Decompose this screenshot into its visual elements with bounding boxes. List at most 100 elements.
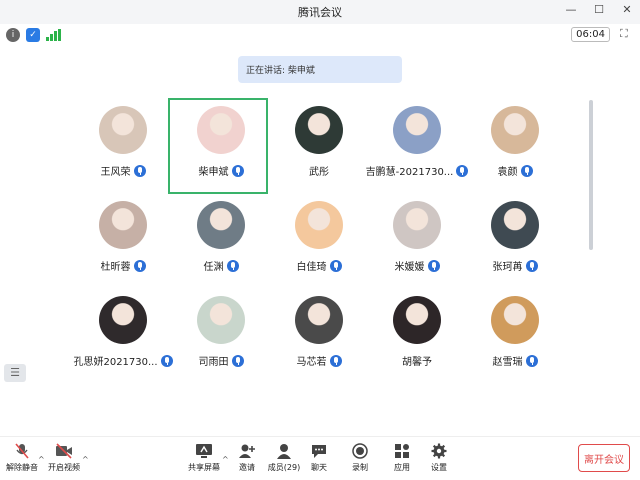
microphone-icon xyxy=(231,164,244,177)
microphone-icon xyxy=(329,259,342,272)
participant-tile[interactable]: 袁颜 xyxy=(466,100,564,192)
participant-name: 米媛媛 xyxy=(394,262,425,273)
microphone-icon xyxy=(427,259,440,272)
window-controls: — ☐ ✕ xyxy=(564,3,634,16)
microphone-icon xyxy=(329,354,342,367)
record-icon xyxy=(351,443,369,459)
network-signal-icon[interactable] xyxy=(46,29,61,41)
invite-button[interactable]: 邀请 xyxy=(227,443,267,473)
participant-name-row: 赵雪瑞 xyxy=(466,353,564,368)
bottom-toolbar: 解除静音 ^ 开启视频 ^ 共享屏幕 ^ 邀请 成员(29) 聊天 录制 应用 … xyxy=(0,436,640,480)
apps-icon xyxy=(393,443,411,459)
share-screen-button[interactable]: 共享屏幕 xyxy=(184,443,224,473)
participant-name: 袁颜 xyxy=(497,167,518,178)
participant-tile[interactable]: 马芯若 xyxy=(270,290,368,382)
participant-tile[interactable]: 任渊 xyxy=(172,195,270,287)
apps-label: 应用 xyxy=(394,463,410,472)
participant-tile[interactable]: 赵雪瑞 xyxy=(466,290,564,382)
avatar xyxy=(491,296,539,344)
camera-off-icon xyxy=(55,443,73,459)
participant-name: 任渊 xyxy=(203,262,224,273)
avatar xyxy=(197,106,245,154)
status-bar: i ✓ xyxy=(0,24,640,46)
participant-name-row: 任渊 xyxy=(172,258,270,273)
avatar xyxy=(99,296,147,344)
participant-tile[interactable]: 孔思妍2021730... xyxy=(73,290,173,382)
avatar xyxy=(491,201,539,249)
chat-icon xyxy=(310,443,328,459)
chat-button[interactable]: 聊天 xyxy=(299,443,339,473)
mute-button[interactable]: 解除静音 xyxy=(2,443,42,473)
participant-name: 吉鹏慧-2021730... xyxy=(365,167,454,178)
avatar xyxy=(197,296,245,344)
settings-label: 设置 xyxy=(431,463,447,472)
participant-tile[interactable]: 米媛媛 xyxy=(368,195,466,287)
fullscreen-icon[interactable]: ⛶ xyxy=(620,28,632,40)
participant-tile[interactable]: 司雨田 xyxy=(172,290,270,382)
avatar xyxy=(295,201,343,249)
chat-label: 聊天 xyxy=(311,463,327,472)
avatar xyxy=(99,106,147,154)
participant-name-row: 张珂苒 xyxy=(466,258,564,273)
side-panel-toggle-icon[interactable]: ☰ xyxy=(4,364,26,382)
window-title: 腾讯会议 xyxy=(298,6,342,19)
avatar xyxy=(99,201,147,249)
participant-tile[interactable]: 吉鹏慧-2021730... xyxy=(365,100,469,192)
leave-meeting-button[interactable]: 离开会议 xyxy=(578,444,630,472)
participant-name-row: 米媛媛 xyxy=(368,258,466,273)
participant-name: 张珂苒 xyxy=(492,262,523,273)
microphone-icon xyxy=(525,354,538,367)
gear-icon xyxy=(430,443,448,459)
microphone-icon xyxy=(160,354,173,367)
avatar xyxy=(295,106,343,154)
participant-tile[interactable]: 胡馨予 xyxy=(368,290,466,382)
participant-tile[interactable]: 武彤 xyxy=(270,100,368,192)
participant-tile[interactable]: 白佳琦 xyxy=(270,195,368,287)
participant-tile[interactable]: 柴申斌 xyxy=(168,98,270,194)
participant-name-row: 孔思妍2021730... xyxy=(73,353,173,368)
video-button[interactable]: 开启视频 xyxy=(44,443,84,473)
participant-name-row: 胡馨予 xyxy=(368,353,466,368)
participant-name-row: 马芯若 xyxy=(270,353,368,368)
participant-name-row: 武彤 xyxy=(270,163,368,178)
participant-name: 柴申斌 xyxy=(198,167,229,178)
chevron-up-icon[interactable]: ^ xyxy=(82,455,89,464)
participant-name: 马芯若 xyxy=(296,357,327,368)
participant-tile[interactable]: 杜昕蓉 xyxy=(74,195,172,287)
members-label: 成员(29) xyxy=(267,463,301,472)
invite-icon xyxy=(238,443,256,459)
title-bar: 腾讯会议 — ☐ ✕ xyxy=(0,0,640,24)
shield-icon[interactable]: ✓ xyxy=(26,28,40,42)
maximize-button[interactable]: ☐ xyxy=(592,3,606,16)
participant-name-row: 柴申斌 xyxy=(172,163,270,178)
participant-tile[interactable]: 张珂苒 xyxy=(466,195,564,287)
close-button[interactable]: ✕ xyxy=(620,3,634,16)
participant-name-row: 杜昕蓉 xyxy=(74,258,172,273)
participant-name: 司雨田 xyxy=(198,357,229,368)
settings-button[interactable]: 设置 xyxy=(419,443,459,473)
participant-name: 武彤 xyxy=(309,167,329,178)
participant-name-row: 吉鹏慧-2021730... xyxy=(365,163,469,178)
video-label: 开启视频 xyxy=(48,463,80,472)
mute-label: 解除静音 xyxy=(6,463,38,472)
members-icon xyxy=(275,443,293,459)
mic-muted-icon xyxy=(13,443,31,459)
avatar xyxy=(197,201,245,249)
participant-name: 杜昕蓉 xyxy=(100,262,131,273)
participant-name-row: 司雨田 xyxy=(172,353,270,368)
participant-tile[interactable]: 王风荣 xyxy=(74,100,172,192)
speaking-banner: 正在讲话: 柴申斌 xyxy=(238,56,402,83)
info-icon[interactable]: i xyxy=(6,28,20,42)
participant-name-row: 袁颜 xyxy=(466,163,564,178)
avatar xyxy=(393,106,441,154)
members-button[interactable]: 成员(29) xyxy=(264,443,304,473)
microphone-icon xyxy=(133,259,146,272)
participant-name: 孔思妍2021730... xyxy=(73,357,158,368)
invite-label: 邀请 xyxy=(239,463,255,472)
scrollbar[interactable] xyxy=(589,100,593,250)
meeting-timer: 06:04 xyxy=(571,27,610,42)
record-button[interactable]: 录制 xyxy=(340,443,380,473)
participant-name-row: 王风荣 xyxy=(74,163,172,178)
apps-button[interactable]: 应用 xyxy=(382,443,422,473)
minimize-button[interactable]: — xyxy=(564,3,578,16)
